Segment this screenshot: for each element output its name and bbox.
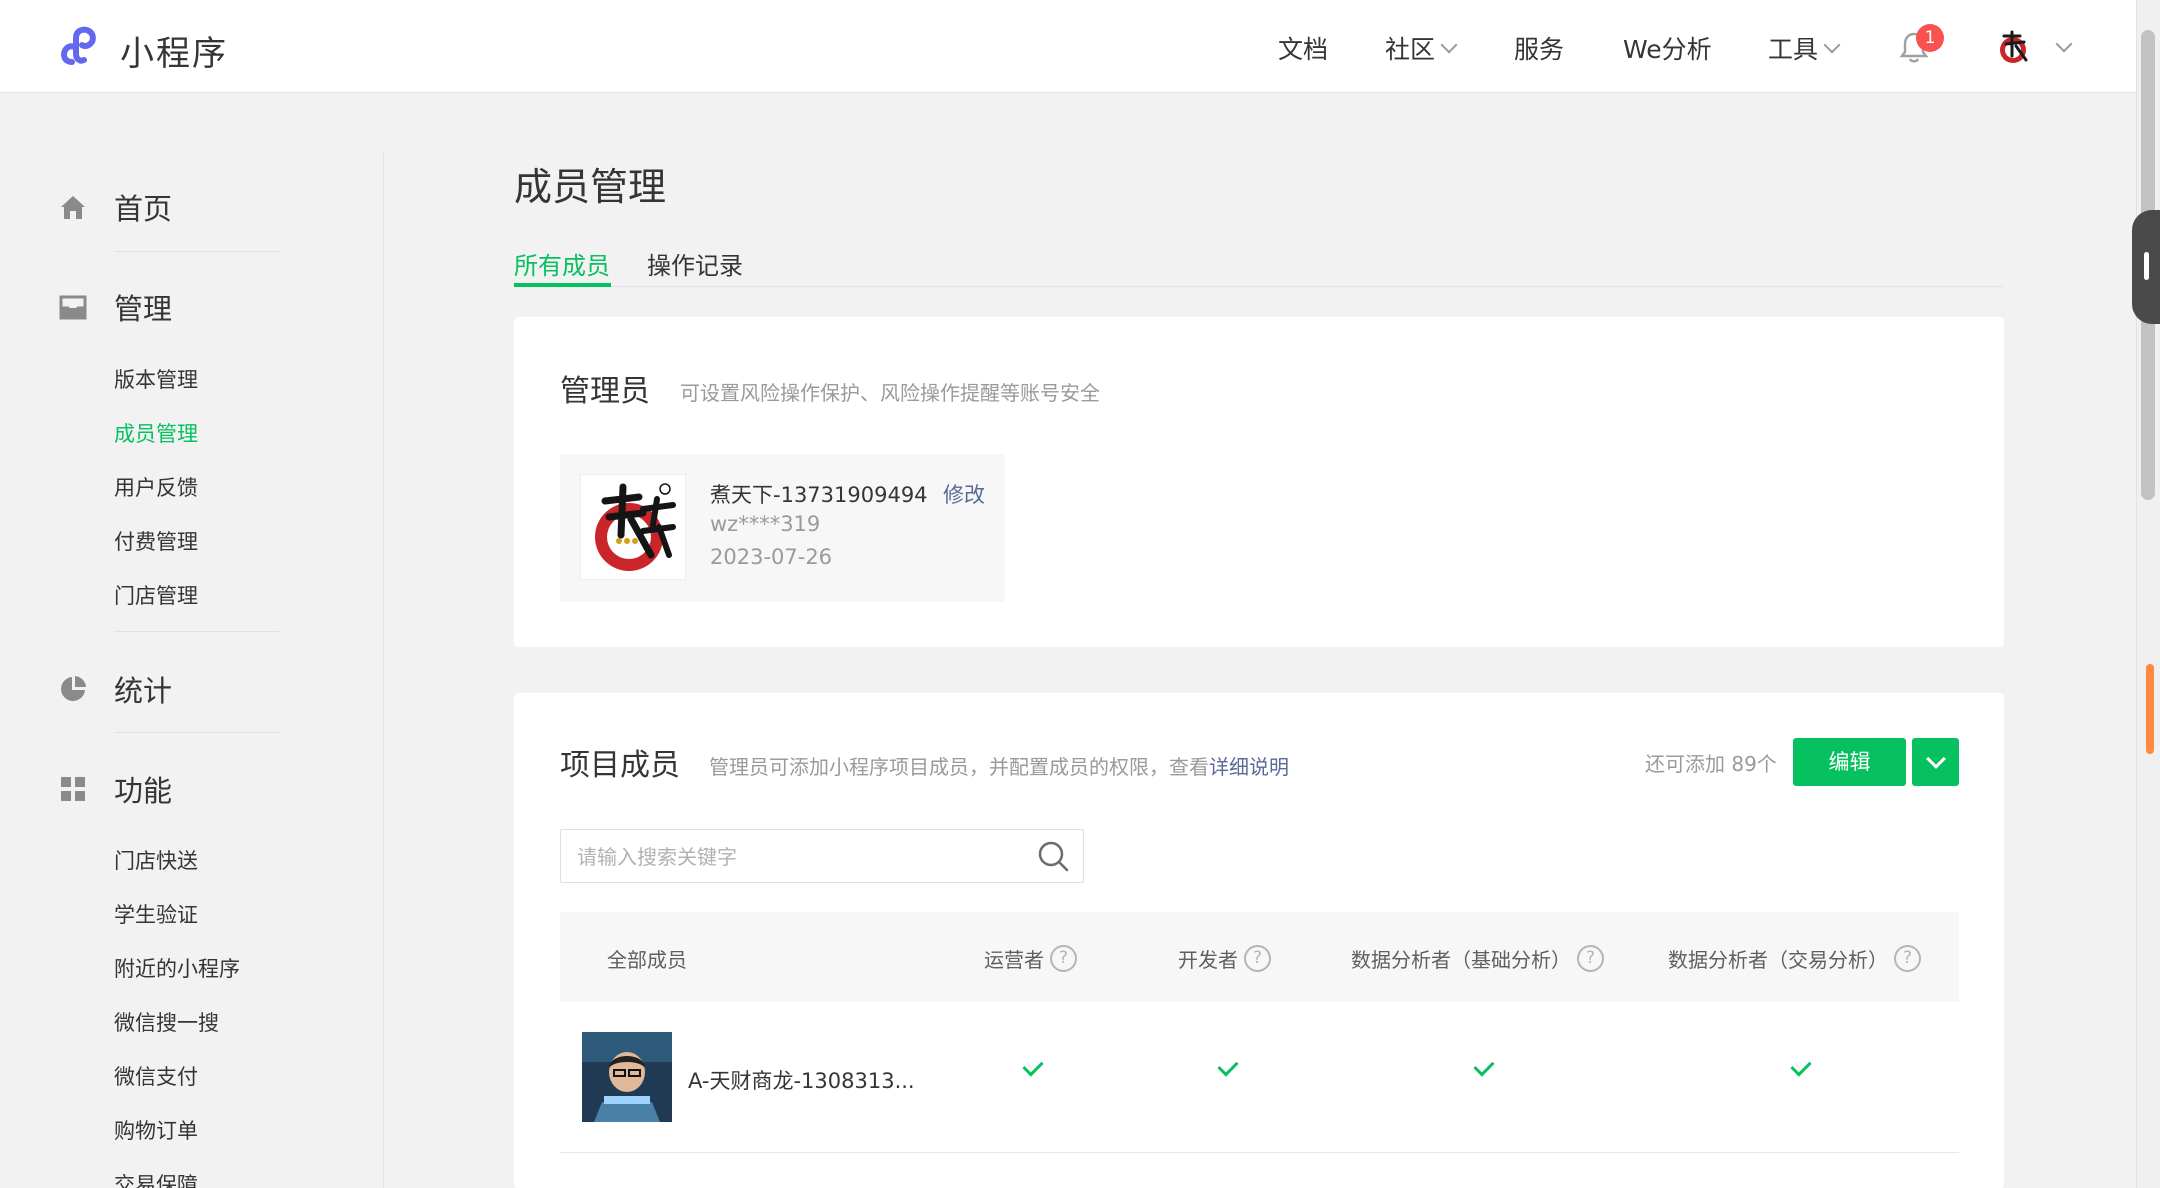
sidebar-item-trade-guarantee[interactable]: 交易保障 (114, 1169, 198, 1188)
tab-all-members[interactable]: 所有成员 (514, 246, 610, 281)
sidebar-item-features[interactable]: 功能 (58, 768, 172, 810)
sidebar-item-wechat-pay[interactable]: 微信支付 (114, 1061, 198, 1091)
sidebar-divider (114, 251, 279, 252)
floating-panel-handle[interactable] (2132, 210, 2160, 324)
column-data-analyst-trade: 数据分析者（交易分析）? (1668, 944, 1921, 973)
member-avatar (582, 1032, 672, 1122)
help-icon[interactable]: ? (1050, 945, 1077, 972)
tab-operation-log[interactable]: 操作记录 (647, 246, 743, 281)
brand-seal-icon (1994, 26, 2036, 68)
nav-we-analysis[interactable]: We分析 (1623, 30, 1712, 66)
column-data-analyst-basic: 数据分析者（基础分析）? (1351, 944, 1604, 973)
nav-community[interactable]: 社区 (1385, 30, 1458, 66)
inbox-icon (59, 295, 87, 320)
sidebar-item-orders[interactable]: 购物订单 (114, 1115, 198, 1145)
remaining-quota: 还可添加 89个 (1645, 752, 1777, 776)
miniprogram-logo-icon[interactable] (58, 22, 108, 72)
sidebar-item-home[interactable]: 首页 (58, 186, 172, 228)
admin-wechat-id: wz****319 (710, 512, 821, 536)
grid-icon (61, 777, 85, 801)
column-operator: 运营者? (984, 944, 1077, 973)
sidebar-item-version[interactable]: 版本管理 (114, 364, 198, 394)
members-section-desc: 管理员可添加小程序项目成员，并配置成员的权限，查看详细说明 (709, 755, 1289, 779)
edit-members-button[interactable]: 编辑 (1793, 738, 1906, 786)
nav-services[interactable]: 服务 (1514, 30, 1564, 66)
sidebar-divider (114, 732, 279, 733)
admin-avatar (580, 474, 686, 580)
sidebar-divider (383, 150, 384, 1188)
admin-section-desc: 可设置风险操作保护、风险操作提醒等账号安全 (680, 381, 1100, 405)
sidebar-item-manage[interactable]: 管理 (58, 286, 172, 328)
help-icon[interactable]: ? (1894, 945, 1921, 972)
sidebar-item-wechat-search[interactable]: 微信搜一搜 (114, 1007, 219, 1037)
member-search-field[interactable] (560, 829, 1084, 883)
admin-edit-link[interactable]: 修改 (943, 479, 985, 509)
top-bar: 小程序 文档 社区 服务 We分析 工具 1 (0, 0, 2136, 93)
sidebar-item-stats[interactable]: 统计 (58, 668, 172, 710)
help-icon[interactable]: ? (1577, 945, 1604, 972)
nav-docs[interactable]: 文档 (1278, 30, 1328, 66)
sidebar-item-payment[interactable]: 付费管理 (114, 526, 198, 556)
sidebar-item-members[interactable]: 成员管理 (114, 418, 198, 448)
sidebar-item-feedback[interactable]: 用户反馈 (114, 472, 198, 502)
admin-name: 煮天下-13731909494 (710, 483, 928, 507)
search-input[interactable] (577, 842, 1017, 872)
member-name: A-天财商龙-1308313... (688, 1069, 915, 1093)
column-developer: 开发者? (1178, 944, 1271, 973)
members-section-title: 项目成员 (560, 748, 680, 783)
floating-indicator[interactable] (2146, 664, 2154, 754)
brand-seal-icon (595, 483, 676, 571)
table-row-divider (560, 1152, 1959, 1153)
chevron-down-icon (1440, 36, 1458, 54)
sidebar-item-store-delivery[interactable]: 门店快送 (114, 845, 198, 875)
tab-active-indicator (514, 283, 611, 287)
pie-chart-icon (61, 676, 86, 701)
chevron-down-icon (1823, 36, 1841, 54)
member-photo (582, 1032, 672, 1122)
nav-tools[interactable]: 工具 (1768, 30, 1841, 66)
sidebar-item-student-verify[interactable]: 学生验证 (114, 899, 198, 929)
sidebar-divider (114, 631, 279, 632)
avatar[interactable] (1994, 26, 2036, 68)
tabs-divider (514, 286, 2004, 287)
admin-date: 2023-07-26 (710, 545, 833, 569)
details-link[interactable]: 详细说明 (1209, 755, 1289, 779)
account-chevron-icon[interactable] (2055, 35, 2073, 53)
notification-badge: 1 (1916, 24, 1944, 52)
home-icon (61, 196, 85, 219)
brand-title[interactable]: 小程序 (120, 26, 228, 75)
more-options-button[interactable] (1912, 738, 1959, 786)
sidebar-item-stores[interactable]: 门店管理 (114, 580, 198, 610)
help-icon[interactable]: ? (1244, 945, 1271, 972)
page-title: 成员管理 (514, 165, 667, 209)
search-icon[interactable] (1036, 839, 1070, 873)
admin-section-title: 管理员 (560, 374, 650, 409)
column-all-members[interactable]: 全部成员 (607, 944, 687, 973)
sidebar-item-nearby[interactable]: 附近的小程序 (114, 953, 240, 983)
